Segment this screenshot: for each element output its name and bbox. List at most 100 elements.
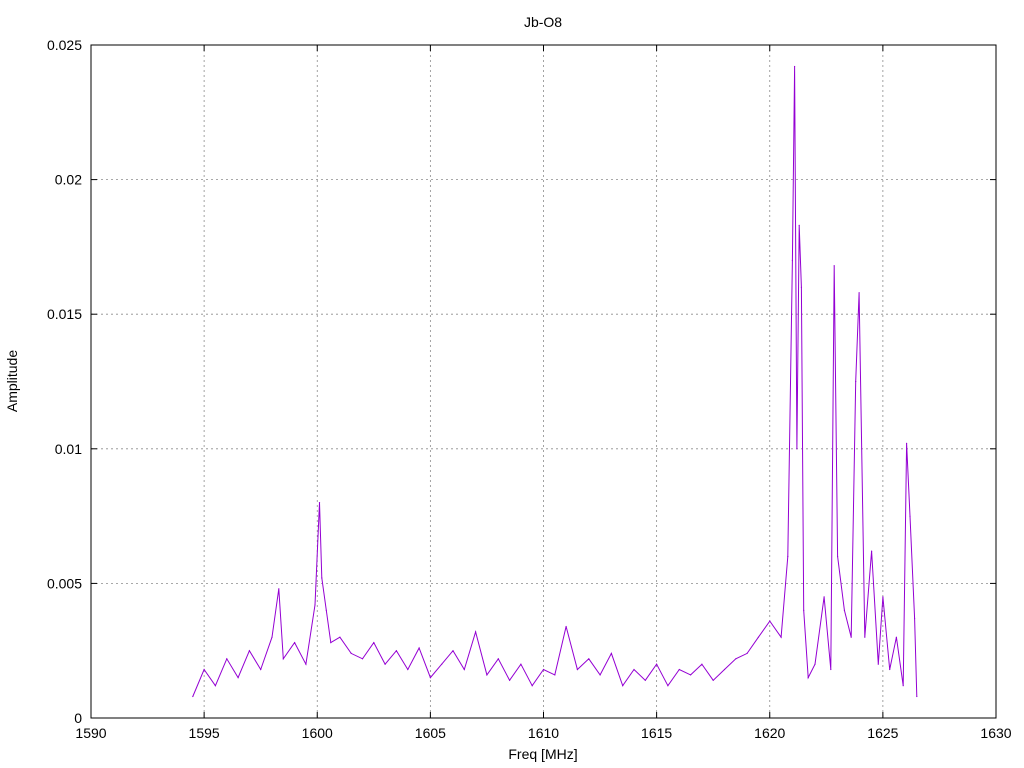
- data-point: [395, 650, 397, 652]
- y-axis-title: Amplitude: [4, 350, 20, 412]
- x-tick-label: 1630: [980, 725, 1011, 741]
- data-point: [837, 555, 839, 558]
- data-point: [644, 679, 646, 681]
- data-point: [314, 604, 316, 606]
- data-point: [542, 668, 545, 671]
- data-point: [656, 663, 658, 665]
- data-point: [248, 650, 250, 652]
- data-point: [916, 695, 918, 698]
- data-point: [800, 286, 803, 288]
- data-point: [843, 609, 846, 611]
- data-point: [757, 636, 760, 638]
- data-point: [735, 658, 737, 660]
- data-point: [576, 668, 579, 671]
- data-point: [678, 668, 680, 671]
- data-point: [796, 448, 798, 450]
- data-point: [909, 515, 911, 517]
- data-point: [787, 555, 789, 558]
- data-point: [361, 658, 364, 660]
- data-point: [814, 663, 816, 665]
- x-tick-label: 1590: [75, 725, 106, 741]
- chart: Jb-O8 1590 1595 1600 1605 1610 1615 1620 1625 16…: [4, 14, 1012, 762]
- series-group: [192, 65, 918, 698]
- data-point: [858, 292, 860, 294]
- data-point: [798, 224, 800, 226]
- data-point: [531, 685, 533, 687]
- data-point: [622, 685, 624, 687]
- data-point: [746, 652, 748, 655]
- data-point: [902, 685, 904, 687]
- y-tick-label: 0.01: [55, 441, 82, 457]
- y-tick-labels: 0 0.005 0.01 0.015 0.02 0.025: [47, 37, 82, 726]
- data-point: [588, 658, 590, 660]
- x-tick-label: 1605: [415, 725, 446, 741]
- data-point: [214, 685, 216, 687]
- data-point: [330, 642, 332, 644]
- data-point: [877, 663, 879, 665]
- data-point: [497, 658, 499, 660]
- x-tick-label: 1600: [302, 725, 333, 741]
- data-point: [384, 663, 386, 665]
- data-point: [282, 658, 284, 660]
- data-point: [418, 647, 420, 649]
- x-tick-labels: 1590 1595 1600 1605 1610 1615 1620 1625 1630: [75, 725, 1011, 741]
- data-point: [914, 617, 916, 620]
- data-point: [889, 668, 891, 671]
- data-point: [463, 668, 465, 671]
- data-point: [791, 259, 794, 261]
- data-point: [325, 609, 327, 611]
- data-point: [321, 577, 323, 579]
- data-point: [441, 663, 443, 665]
- data-point: [278, 588, 280, 590]
- data-point: [192, 695, 194, 698]
- data-point: [864, 636, 866, 638]
- data-point: [203, 668, 205, 671]
- data-point: [486, 674, 488, 676]
- data-point: [667, 685, 669, 687]
- x-tick-label: 1625: [867, 725, 898, 741]
- data-point: [855, 380, 857, 383]
- data-point: [475, 631, 477, 633]
- data-point: [794, 65, 796, 68]
- data-point: [701, 663, 703, 665]
- x-tick-label: 1595: [189, 725, 220, 741]
- data-point: [633, 668, 635, 671]
- data-point: [769, 620, 771, 622]
- data-point: [260, 668, 262, 671]
- data-point: [520, 663, 522, 665]
- data-point: [305, 663, 307, 665]
- data-point: [803, 609, 805, 611]
- data-point: [565, 625, 567, 628]
- data-point: [610, 652, 613, 655]
- data-point: [906, 442, 908, 444]
- data-point: [226, 658, 228, 660]
- data-point: [407, 668, 409, 671]
- data-point: [554, 674, 556, 676]
- y-tick-label: 0.005: [47, 575, 82, 591]
- data-point: [271, 636, 273, 638]
- data-point: [339, 636, 341, 638]
- data-point: [237, 677, 239, 679]
- x-tick-label: 1615: [641, 725, 672, 741]
- data-point: [690, 674, 692, 676]
- data-point: [350, 652, 352, 655]
- data-point: [452, 650, 454, 652]
- data-point: [429, 677, 431, 679]
- data-point: [830, 668, 832, 671]
- x-axis-title: Freq [MHz]: [508, 746, 577, 762]
- data-point: [882, 596, 884, 598]
- data-point: [599, 674, 601, 676]
- data-point: [509, 679, 511, 681]
- data-point: [723, 668, 726, 671]
- y-tick-label: 0.025: [47, 37, 82, 53]
- data-point: [712, 679, 714, 681]
- y-tick-label: 0: [74, 710, 82, 726]
- x-tick-label: 1620: [754, 725, 785, 741]
- data-point: [895, 636, 898, 638]
- data-point: [850, 636, 852, 638]
- chart-title: Jb-O8: [524, 14, 562, 30]
- data-point: [294, 642, 296, 644]
- series-line: [192, 66, 918, 697]
- data-point: [823, 596, 825, 598]
- data-point: [833, 265, 835, 267]
